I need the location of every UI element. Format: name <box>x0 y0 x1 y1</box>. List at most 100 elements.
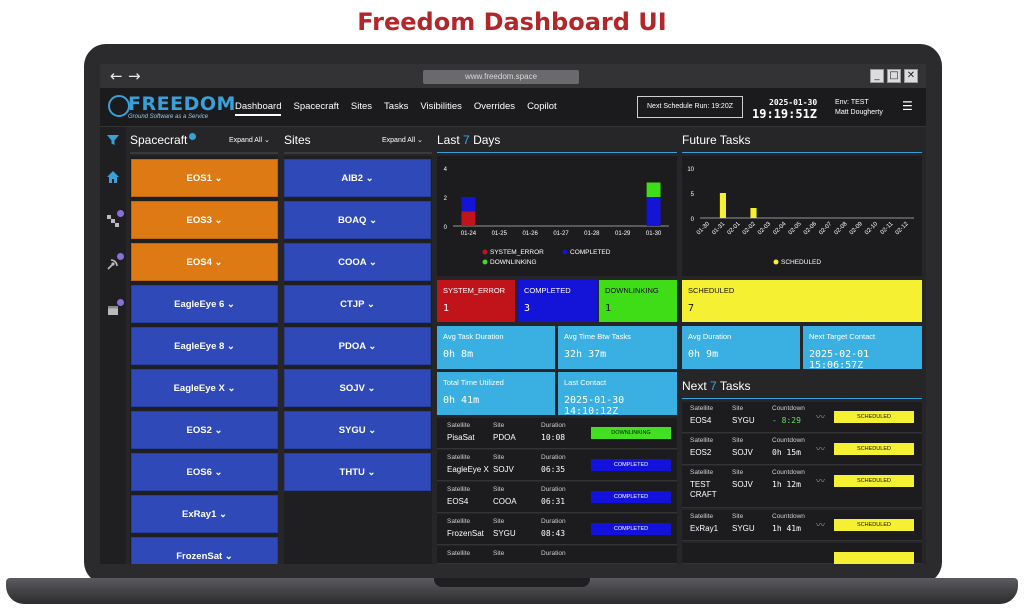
y-tick-label: 5 <box>691 192 695 198</box>
legend-label: SCHEDULED <box>781 259 821 266</box>
trend-icon[interactable]: 〰 <box>816 410 825 423</box>
spacecraft-tile[interactable]: EOS2 ⌄ <box>131 411 278 449</box>
info-icon[interactable] <box>189 133 197 140</box>
site-tile[interactable]: COOA ⌄ <box>284 243 431 281</box>
recent-task-row[interactable]: Satellite Site Duration EOS4 COOA 06:31 COMP… <box>437 482 677 513</box>
future-underline <box>682 152 922 153</box>
y-tick-label: 0 <box>691 217 695 223</box>
url-bar[interactable]: www.freedom.space <box>423 70 579 84</box>
next-tasks-title: Next 7 Tasks <box>682 379 751 393</box>
spacecraft-tile[interactable]: FrozenSat ⌄ <box>131 537 278 564</box>
x-tick-label: 02-09 <box>849 221 865 237</box>
status-badge: COMPLETED <box>591 459 671 471</box>
sites-divider <box>284 152 432 154</box>
spacecraft-tile[interactable]: EOS1 ⌄ <box>131 159 278 197</box>
legend-label: COMPLETED <box>570 249 611 256</box>
spacecraft-tile[interactable]: EOS3 ⌄ <box>131 201 278 239</box>
bar-system_error <box>461 211 476 226</box>
nav-spacecraft[interactable]: Spacecraft <box>293 101 338 116</box>
next-target-contact-card: Next Target Contact 2025-02-01 15:06:57Z <box>803 326 922 371</box>
trend-icon[interactable]: 〰 <box>816 442 825 455</box>
recent-task-row[interactable]: Satellite Site Duration <box>437 546 677 564</box>
site-tile[interactable]: CTJP ⌄ <box>284 285 431 323</box>
x-tick-label: 01-27 <box>553 231 569 237</box>
next-task-row[interactable] <box>682 543 922 564</box>
status-badge: COMPLETED <box>591 523 671 535</box>
y-tick-label: 0 <box>444 225 448 231</box>
x-tick-label: 02-02 <box>742 221 758 237</box>
next-tasks-underline <box>682 398 922 399</box>
recent-task-row[interactable]: Satellite Site Duration FrozenSat SYGU 08:43… <box>437 514 677 545</box>
next-task-row[interactable]: Satellite Site Countdown EOS4 SYGU - 8:29 〰 … <box>682 402 922 433</box>
nav-sites[interactable]: Sites <box>351 101 372 116</box>
spacecraft-divider <box>130 152 278 154</box>
trend-icon[interactable]: 〰 <box>816 518 825 531</box>
home-icon[interactable] <box>106 170 120 184</box>
trend-icon[interactable]: 〰 <box>816 474 825 487</box>
nav-visibilities[interactable]: Visibilities <box>420 101 462 116</box>
logo-wordmark: FREEDOM <box>128 93 236 115</box>
main-nav: Dashboard Spacecraft Sites Tasks Visibil… <box>235 101 557 116</box>
nav-dashboard[interactable]: Dashboard <box>235 101 282 116</box>
future-tasks-title: Future Tasks <box>682 133 751 147</box>
recent-task-row[interactable]: Satellite Site Duration PisaSat PDOA 10:08 D… <box>437 418 677 449</box>
site-tile[interactable]: SOJV ⌄ <box>284 369 431 407</box>
spacecraft-tile[interactable]: ExRay1 ⌄ <box>131 495 278 533</box>
x-tick-label: 02-12 <box>895 221 911 237</box>
back-icon[interactable]: ← <box>110 67 123 85</box>
next-task-row[interactable]: Satellite Site Countdown EOS2 SOJV 0h 15m 〰 … <box>682 434 922 465</box>
spacecraft-tile[interactable]: EOS4 ⌄ <box>131 243 278 281</box>
satellite-icon[interactable] <box>106 210 124 228</box>
spacecraft-tile[interactable]: EagleEye X ⌄ <box>131 369 278 407</box>
bar-completed <box>646 197 661 226</box>
status-badge: SCHEDULED <box>834 443 914 455</box>
freedom-logo[interactable]: FREEDOM Ground Software as a Service <box>108 92 235 124</box>
avg-task-duration-card: Avg Task Duration 0h 8m <box>437 326 555 369</box>
sites-heading: Sites <box>284 133 311 147</box>
x-tick-label: 01-24 <box>461 231 477 237</box>
forward-icon[interactable]: → <box>128 67 141 85</box>
next-task-row[interactable]: Satellite Site Countdown TEST CRAFT SOJV 1h … <box>682 466 922 508</box>
x-tick-label: 02-05 <box>788 221 804 237</box>
legend-swatch <box>773 259 779 265</box>
menu-icon[interactable]: ☰ <box>902 99 913 113</box>
x-tick-label: 01-29 <box>615 231 631 237</box>
maximize-button[interactable]: □ <box>887 69 901 83</box>
x-tick-label: 02-01 <box>727 221 743 237</box>
x-tick-label: 01-26 <box>522 231 538 237</box>
y-tick-label: 10 <box>687 167 694 173</box>
total-time-utilized-card: Total Time Utilized 0h 41m <box>437 372 555 415</box>
downlinking-card[interactable]: DOWNLINKING 1 <box>599 280 677 322</box>
scheduled-card[interactable]: SCHEDULED 7 <box>682 280 922 322</box>
calendar-icon[interactable] <box>106 299 124 317</box>
filter-icon[interactable] <box>106 133 120 147</box>
future-chart: 0 5 10 01-30 01-31 02-01 02-02 02-03 02-04 02-05 0… <box>682 156 922 276</box>
minimize-button[interactable]: _ <box>870 69 884 83</box>
status-badge: COMPLETED <box>591 491 671 503</box>
recent-task-row[interactable]: Satellite Site Duration EagleEye X SOJV 06:3… <box>437 450 677 481</box>
site-tile[interactable]: AIB2 ⌄ <box>284 159 431 197</box>
bar-scheduled <box>719 193 726 218</box>
nav-copilot[interactable]: Copilot <box>527 101 557 116</box>
nav-overrides[interactable]: Overrides <box>474 101 515 116</box>
x-tick-label: 02-06 <box>803 221 819 237</box>
status-badge <box>834 552 914 564</box>
spacecraft-tile[interactable]: EOS6 ⌄ <box>131 453 278 491</box>
antenna-icon[interactable] <box>106 253 124 271</box>
nav-tasks[interactable]: Tasks <box>384 101 408 116</box>
site-tile[interactable]: BOAQ ⌄ <box>284 201 431 239</box>
site-tile[interactable]: PDOA ⌄ <box>284 327 431 365</box>
site-tile[interactable]: THTU ⌄ <box>284 453 431 491</box>
spacecraft-heading: Spacecraft <box>130 133 197 147</box>
last-7-underline <box>437 152 677 153</box>
site-tile[interactable]: SYGU ⌄ <box>284 411 431 449</box>
next-task-row[interactable]: Satellite Site Countdown ExRay1 SYGU 1h 41m … <box>682 510 922 541</box>
spacecraft-expand-all[interactable]: Expand All ⌄ <box>229 136 270 144</box>
close-button[interactable]: ✕ <box>904 69 918 83</box>
system-error-card[interactable]: SYSTEM_ERROR 1 <box>437 280 515 322</box>
sites-expand-all[interactable]: Expand All ⌄ <box>382 136 423 144</box>
completed-card[interactable]: COMPLETED 3 <box>518 280 597 322</box>
spacecraft-tile[interactable]: EagleEye 8 ⌄ <box>131 327 278 365</box>
spacecraft-tile[interactable]: EagleEye 6 ⌄ <box>131 285 278 323</box>
user-name[interactable]: Matt Dougherty <box>835 109 883 116</box>
